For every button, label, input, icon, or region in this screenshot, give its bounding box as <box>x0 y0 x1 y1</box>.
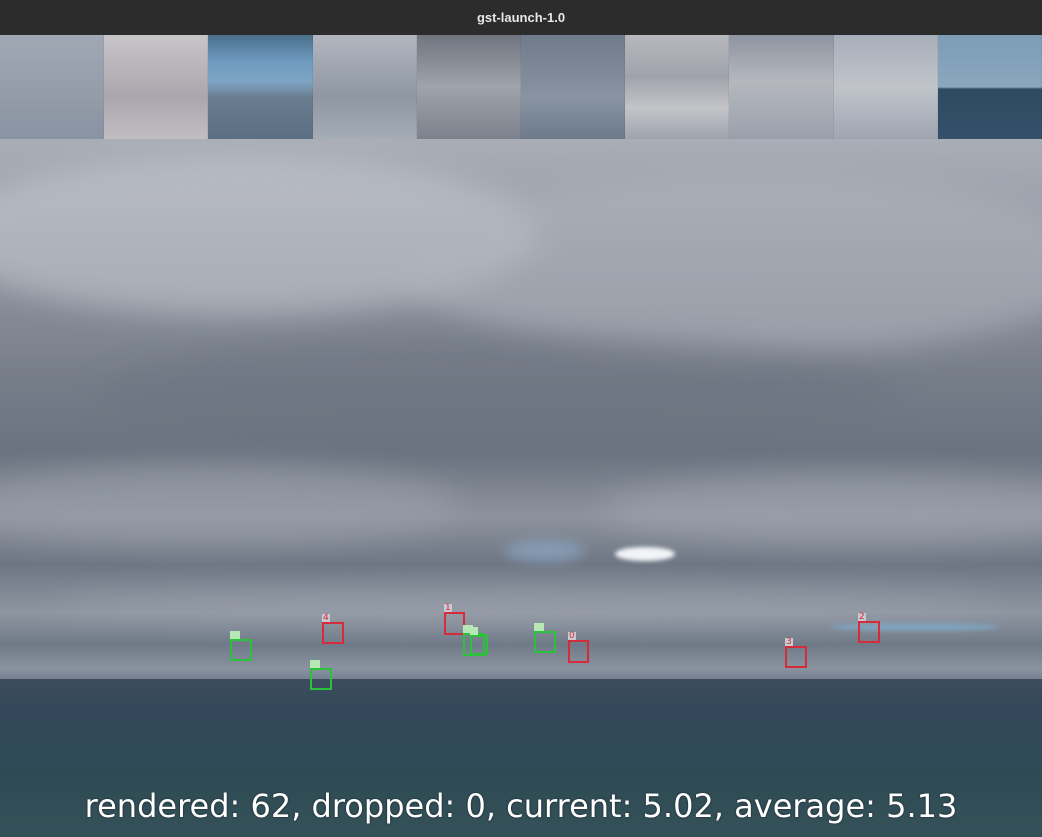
horizon-glow <box>830 623 1000 631</box>
thumbnail <box>833 35 938 139</box>
detection-box <box>230 639 252 661</box>
thumbnail <box>625 35 730 139</box>
detection-label: 0 <box>568 631 576 641</box>
detection-label: 1 <box>444 603 452 613</box>
detection-label: 3 <box>785 637 793 647</box>
detection-label <box>310 660 320 668</box>
detection-box <box>858 621 880 643</box>
detection-box <box>534 631 556 653</box>
detection-label: 4 <box>322 613 330 623</box>
cloud-shape <box>600 475 1042 545</box>
detection-box <box>568 640 589 663</box>
detection-box <box>322 622 344 644</box>
detection-label <box>534 623 544 631</box>
detection-box <box>785 646 807 668</box>
window-title: gst-launch-1.0 <box>476 10 566 25</box>
sky-gap <box>505 540 585 562</box>
cloud-shape <box>0 465 460 545</box>
thumbnail <box>937 35 1042 139</box>
thumbnail <box>416 35 522 139</box>
sun-patch <box>615 547 675 561</box>
detection-label <box>230 631 240 639</box>
detection-label: 2 <box>858 612 866 622</box>
detection-box <box>444 612 465 635</box>
thumbnail-strip <box>0 35 1042 139</box>
thumbnail <box>521 35 626 139</box>
video-display: 4 1 0 2 3 <box>0 35 1042 837</box>
cloud-shape <box>400 175 1042 355</box>
thumbnail <box>312 35 417 139</box>
thumbnail <box>729 35 834 139</box>
cloud-shape <box>100 335 900 455</box>
detection-label <box>470 627 478 635</box>
title-bar[interactable]: gst-launch-1.0 <box>0 0 1042 36</box>
detection-box <box>310 668 332 690</box>
thumbnail <box>0 35 105 139</box>
fps-stats-overlay: rendered: 62, dropped: 0, current: 5.02,… <box>84 787 958 825</box>
detection-box <box>470 635 488 655</box>
thumbnail <box>208 35 313 139</box>
thumbnail <box>104 35 209 139</box>
